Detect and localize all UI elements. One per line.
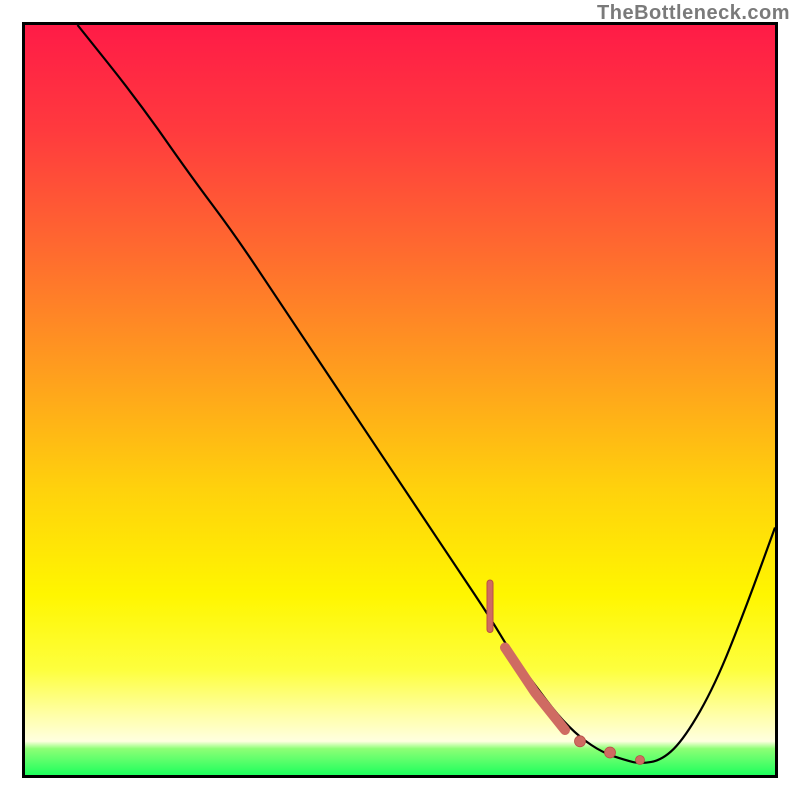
watermark-text: TheBottleneck.com <box>597 2 790 25</box>
highlighted-range-marks <box>25 25 775 775</box>
plot-area <box>25 25 775 775</box>
chart-container: TheBottleneck.com <box>0 0 800 800</box>
plot-frame <box>22 22 778 778</box>
